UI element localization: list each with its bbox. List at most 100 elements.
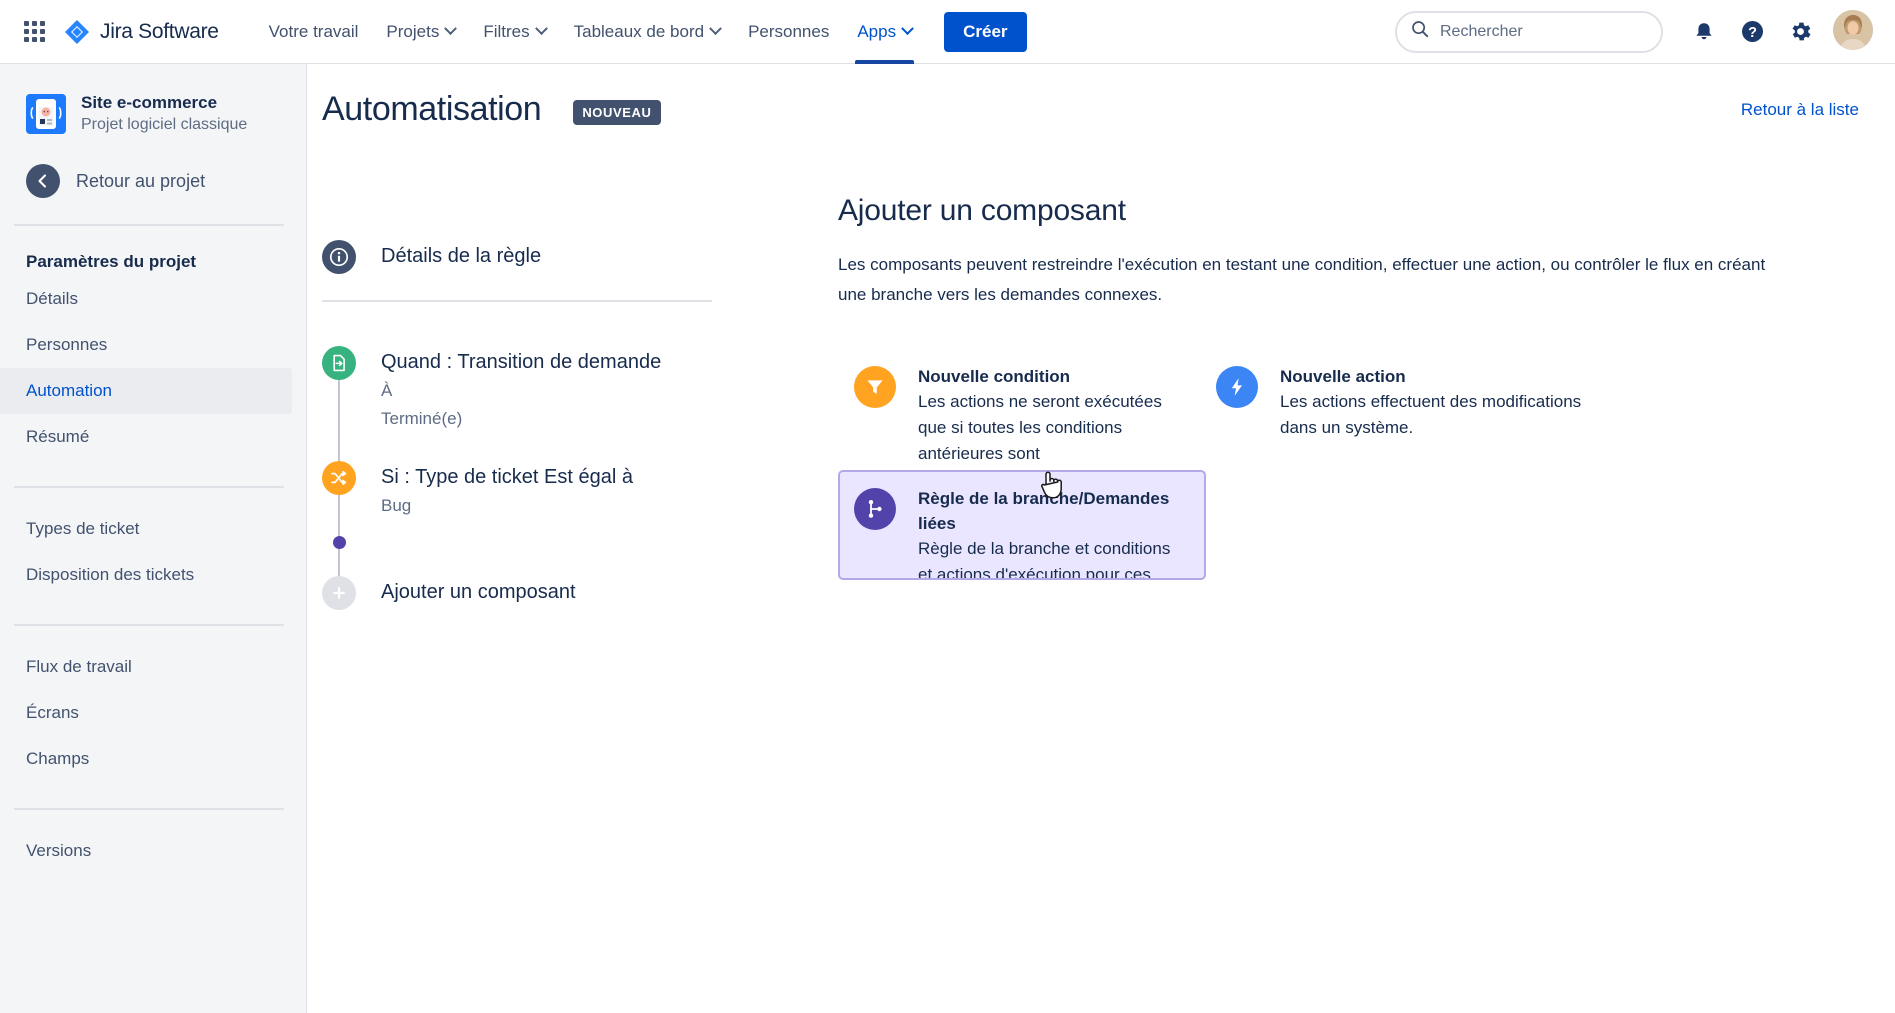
- component-card-text: Règle de la branche/Demandes liées Règle…: [918, 486, 1180, 580]
- component-card-branch-rule[interactable]: Règle de la branche/Demandes liées Règle…: [838, 470, 1206, 580]
- sidebar-group-tickets: Types de ticket Disposition des tickets: [0, 488, 306, 598]
- settings-gear-icon[interactable]: [1779, 11, 1821, 53]
- plus-icon: [322, 576, 356, 610]
- main-content: Automatisation NOUVEAU Retour à la liste…: [308, 64, 1895, 1013]
- component-card-title: Nouvelle condition: [918, 367, 1071, 386]
- rule-step-title: Ajouter un composant: [381, 581, 576, 603]
- rule-step-title: Quand : Transition de demande: [381, 351, 662, 373]
- component-card-desc: Les actions effectuent des modifications…: [1280, 392, 1582, 437]
- sidebar-item-label: Détails: [26, 289, 78, 308]
- main-nav-items: Votre travail Projets Filtres Tableaux d…: [255, 0, 926, 64]
- rule-step-text: Si : Type de ticket Est égal à Bug: [381, 461, 633, 520]
- nav-label: Projets: [386, 21, 440, 41]
- sidebar-item-label: Résumé: [26, 427, 90, 446]
- rule-step-sub: À: [381, 381, 393, 400]
- sidebar-item-label: Automation: [26, 381, 112, 400]
- sidebar-section-title: Paramètres du projet: [26, 252, 197, 271]
- sidebar-item-resume[interactable]: Résumé: [0, 414, 292, 460]
- sidebar-group-versions: Versions: [0, 810, 306, 874]
- rule-steps-container: Quand : Transition de demande À Terminé(…: [322, 346, 712, 610]
- sidebar-item-details[interactable]: Détails: [0, 276, 292, 322]
- sidebar-item-label: Champs: [26, 749, 90, 768]
- branch-icon: [854, 488, 896, 530]
- sidebar-item-label: Personnes: [26, 335, 108, 354]
- project-type-label: Projet logiciel classique: [81, 116, 248, 133]
- sidebar-item-flux-de-travail[interactable]: Flux de travail: [0, 644, 292, 690]
- rule-step-details[interactable]: Détails de la règle: [322, 240, 712, 274]
- rule-step-when[interactable]: Quand : Transition de demande À Terminé(…: [322, 346, 712, 433]
- page-title: Automatisation: [322, 90, 542, 128]
- nav-item-apps[interactable]: Apps: [843, 0, 926, 64]
- topnav-right-actions: ?: [1395, 9, 1895, 54]
- page-header: Automatisation NOUVEAU Retour à la liste: [308, 64, 1895, 129]
- nav-label: Tableaux de bord: [573, 21, 705, 41]
- project-name-label: Site e-commerce: [81, 93, 218, 112]
- sidebar-item-label: Versions: [26, 841, 92, 860]
- branch-point-dot: [333, 536, 346, 549]
- sidebar-item-personnes[interactable]: Personnes: [0, 322, 292, 368]
- notifications-bell-icon[interactable]: [1683, 11, 1725, 53]
- project-avatar-icon: [26, 94, 66, 134]
- search-box[interactable]: [1395, 10, 1663, 53]
- back-to-project-button[interactable]: Retour au projet: [0, 136, 306, 198]
- back-arrow-icon: [26, 164, 60, 198]
- chevron-down-icon: [534, 22, 548, 36]
- rule-step-if[interactable]: Si : Type de ticket Est égal à Bug: [322, 461, 712, 520]
- sidebar-item-types-de-ticket[interactable]: Types de ticket: [0, 506, 292, 552]
- sidebar-item-label: Flux de travail: [26, 657, 132, 676]
- help-icon[interactable]: ?: [1731, 11, 1773, 53]
- component-card-desc: Règle de la branche et conditions et act…: [918, 539, 1171, 580]
- chevron-down-icon: [444, 22, 458, 36]
- component-card-text: Nouvelle condition Les actions ne seront…: [918, 364, 1188, 467]
- nav-item-personnes[interactable]: Personnes: [734, 0, 843, 64]
- rule-step-sub: Bug: [381, 496, 412, 515]
- search-input[interactable]: [1440, 22, 1647, 41]
- create-button[interactable]: Créer: [944, 11, 1027, 52]
- nav-label: Filtres: [483, 21, 530, 41]
- chevron-down-icon: [709, 22, 722, 36]
- chevron-down-icon: [901, 22, 914, 36]
- rule-step-title: Si : Type de ticket Est égal à: [381, 466, 633, 488]
- rule-step-text: Ajouter un composant: [381, 576, 576, 607]
- nav-label: Votre travail: [268, 21, 359, 41]
- user-avatar[interactable]: [1833, 9, 1877, 54]
- sidebar-item-automation[interactable]: Automation: [0, 368, 292, 414]
- component-card-new-action[interactable]: Nouvelle action Les actions effectuent d…: [1200, 348, 1600, 457]
- sidebar-item-label: Écrans: [26, 703, 79, 722]
- funnel-filter-icon: [854, 366, 896, 408]
- nav-item-filtres[interactable]: Filtres: [469, 0, 559, 64]
- sidebar-item-label: Types de ticket: [26, 519, 140, 538]
- jira-brand-logo[interactable]: Jira Software: [64, 19, 219, 45]
- info-icon: [322, 240, 356, 274]
- svg-text:?: ?: [1748, 25, 1757, 41]
- nav-item-projets[interactable]: Projets: [372, 0, 469, 64]
- lightning-bolt-icon: [1216, 366, 1258, 408]
- apps-grid-icon[interactable]: [14, 12, 54, 52]
- nav-label: Apps: [857, 21, 897, 41]
- rule-chain-divider: [322, 300, 712, 302]
- component-card-new-condition[interactable]: Nouvelle condition Les actions ne seront…: [838, 348, 1206, 483]
- component-card-text: Nouvelle action Les actions effectuent d…: [1280, 364, 1582, 441]
- component-cards-list: Nouvelle condition Les actions ne seront…: [838, 348, 1581, 618]
- sidebar-item-label: Disposition des tickets: [26, 565, 195, 584]
- sidebar-item-disposition-des-tickets[interactable]: Disposition des tickets: [0, 552, 292, 598]
- component-card-title: Nouvelle action: [1280, 367, 1406, 386]
- status-badge: NOUVEAU: [573, 100, 661, 125]
- nav-item-tableaux-de-bord[interactable]: Tableaux de bord: [560, 0, 734, 64]
- rule-step-add-component[interactable]: Ajouter un composant: [322, 576, 712, 610]
- nav-item-votre-travail[interactable]: Votre travail: [255, 0, 373, 64]
- back-to-list-link[interactable]: Retour à la liste: [1741, 100, 1859, 120]
- component-card-title: Règle de la branche/Demandes liées: [918, 489, 1170, 533]
- add-component-panel: Ajouter un composant Les composants peuv…: [838, 194, 1855, 618]
- trigger-transition-icon: [322, 346, 356, 380]
- rule-step-text: Quand : Transition de demande À Terminé(…: [381, 346, 661, 433]
- nav-label: Personnes: [748, 21, 830, 41]
- sidebar-item-champs[interactable]: Champs: [0, 736, 292, 782]
- project-meta: Site e-commerce Projet logiciel classiqu…: [81, 92, 247, 136]
- sidebar-item-versions[interactable]: Versions: [0, 828, 292, 874]
- rule-step-text: Détails de la règle: [381, 240, 541, 271]
- project-header[interactable]: Site e-commerce Projet logiciel classiqu…: [0, 64, 306, 136]
- sidebar-group-workflow: Flux de travail Écrans Champs: [0, 626, 306, 782]
- sidebar-item-ecrans[interactable]: Écrans: [0, 690, 292, 736]
- condition-shuffle-icon: [322, 461, 356, 495]
